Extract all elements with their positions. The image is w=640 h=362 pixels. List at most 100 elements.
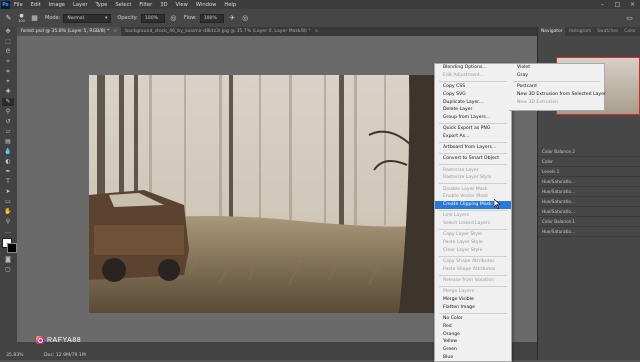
- menu-item[interactable]: Filter: [135, 2, 156, 8]
- layer-name: Hue/Saturatio...: [542, 209, 575, 214]
- layer-row[interactable]: Hue/Saturatio...: [538, 197, 640, 207]
- eraser-tool-icon[interactable]: ▱: [2, 128, 14, 136]
- context-menu-item: Copy Shape Attributes: [443, 259, 495, 265]
- layer-row[interactable]: Hue/Saturatio...: [538, 187, 640, 197]
- context-menu-item[interactable]: Flatten Image: [435, 304, 511, 312]
- layer-row[interactable]: Hue/Saturatio...: [538, 177, 640, 187]
- context-menu-item[interactable]: Copy SVG: [435, 91, 511, 99]
- menu-item[interactable]: Image: [45, 2, 69, 8]
- layer-name: Color Balance 2: [542, 149, 575, 154]
- zoom-level[interactable]: 35.83%: [6, 353, 24, 358]
- menu-item[interactable]: Type: [91, 2, 111, 8]
- context-menu-item[interactable]: Export As...: [435, 133, 511, 141]
- menu-item[interactable]: Help: [220, 2, 240, 8]
- menu-item[interactable]: Layer: [69, 2, 91, 8]
- layer-row[interactable]: Color: [538, 157, 640, 167]
- menu-item[interactable]: View: [172, 2, 192, 8]
- airbrush-icon[interactable]: ✈: [228, 14, 237, 23]
- context-menu-item[interactable]: Blue: [435, 354, 511, 362]
- layer-name: Hue/Saturatio...: [542, 179, 575, 184]
- blur-tool-icon[interactable]: 💧: [2, 148, 14, 156]
- context-menu-item[interactable]: No Color: [435, 315, 511, 323]
- flow-field[interactable]: 100%: [199, 13, 224, 23]
- lasso-tool-icon[interactable]: ᘓ: [2, 48, 14, 56]
- context-menu-item[interactable]: Gray: [509, 72, 604, 80]
- document-tabs: forest.psd @ 35.8% (Layer 5, RGB/8) * × …: [17, 27, 537, 36]
- shape-tool-icon[interactable]: ▭: [2, 198, 14, 206]
- more-tools-icon[interactable]: …: [2, 228, 14, 236]
- quick-mask-icon[interactable]: ◙: [2, 256, 14, 264]
- close-tab-icon[interactable]: ×: [315, 29, 319, 34]
- layer-row[interactable]: Color Balance 1: [538, 217, 640, 227]
- eyedropper-tool-icon[interactable]: ⌖: [2, 78, 14, 86]
- brush-panel-icon[interactable]: ▦: [30, 14, 39, 23]
- menu-item[interactable]: 3D: [156, 2, 171, 8]
- context-menu-item[interactable]: Blending Options...: [435, 64, 511, 72]
- menu-separator: [439, 164, 507, 166]
- context-menu-item[interactable]: Duplicate Layer...: [435, 99, 511, 107]
- opacity-field[interactable]: 100%: [140, 13, 165, 23]
- menu-item[interactable]: Edit: [27, 2, 45, 8]
- marquee-tool-icon[interactable]: ⬚: [2, 38, 14, 46]
- brush-tool-icon[interactable]: ✎: [4, 14, 13, 23]
- close-tab-icon[interactable]: ×: [113, 29, 117, 34]
- pressure-opacity-icon[interactable]: ◎: [169, 14, 178, 23]
- menu-item[interactable]: Window: [192, 2, 220, 8]
- context-menu-item: Paste Layer Style: [443, 240, 483, 246]
- context-menu-item[interactable]: Delete Layer: [435, 106, 511, 114]
- gradient-tool-icon[interactable]: ▤: [2, 138, 14, 146]
- quick-select-tool-icon[interactable]: ✧: [2, 58, 14, 66]
- mouse-cursor-icon: [494, 199, 501, 209]
- layer-row[interactable]: Color Balance 2: [538, 147, 640, 157]
- context-menu-item[interactable]: Copy CSS: [435, 83, 511, 91]
- pressure-size-icon[interactable]: ◎: [241, 14, 250, 23]
- tab-forest[interactable]: forest.psd @ 35.8% (Layer 5, RGB/8) * ×: [17, 27, 122, 36]
- context-menu-item[interactable]: Artboard from Layers...: [435, 144, 511, 152]
- layer-row[interactable]: Hue/Saturatio...: [538, 207, 640, 217]
- forest-image[interactable]: [89, 75, 439, 313]
- close-icon[interactable]: ×: [626, 0, 639, 9]
- panel-tab[interactable]: Histogram: [565, 29, 594, 34]
- layer-row[interactable]: Hue/Saturatio...: [538, 227, 640, 237]
- panel-tab[interactable]: Navigator: [538, 27, 566, 36]
- panel-tab[interactable]: Color: [621, 29, 638, 34]
- context-menu-item[interactable]: Convert to Smart Object: [435, 155, 511, 163]
- screen-mode-icon[interactable]: ▢: [2, 266, 14, 274]
- menu-item[interactable]: File: [10, 2, 27, 8]
- brush-preset-icon[interactable]: ● 300: [17, 13, 26, 23]
- color-swatches[interactable]: [2, 238, 17, 254]
- menu-separator: [439, 286, 507, 288]
- healing-tool-icon[interactable]: ✚: [2, 88, 14, 96]
- panel-tab[interactable]: Swatches: [594, 29, 621, 34]
- tab-background-stock[interactable]: background_stock_46_by_kaismir-d8ktz3r.j…: [121, 27, 322, 36]
- context-menu-item[interactable]: Green: [435, 346, 511, 354]
- mode-select[interactable]: Normal ▾: [63, 13, 112, 23]
- background-color[interactable]: [7, 243, 17, 253]
- clone-stamp-tool-icon[interactable]: ⚲: [2, 108, 14, 116]
- pen-tool-icon[interactable]: ✒: [2, 168, 14, 176]
- layer-row[interactable]: Levels 1: [538, 167, 640, 177]
- context-menu-item[interactable]: Yellow: [435, 338, 511, 346]
- zoom-tool-icon[interactable]: ⚲: [2, 218, 14, 226]
- context-menu-item[interactable]: Quick Export as PNG: [435, 125, 511, 133]
- context-menu-item[interactable]: Merge Visible: [435, 296, 511, 304]
- context-menu-item[interactable]: New 3D Extrusion from Selected Layer: [509, 91, 606, 99]
- crop-tool-icon[interactable]: ⌗: [2, 68, 14, 76]
- context-menu-item[interactable]: Red: [435, 323, 511, 331]
- move-tool-icon[interactable]: ✥: [2, 28, 14, 36]
- context-menu-item[interactable]: Orange: [435, 331, 511, 339]
- context-menu-item[interactable]: Group from Layers...: [435, 114, 511, 122]
- history-brush-tool-icon[interactable]: ↺: [2, 118, 14, 126]
- type-tool-icon[interactable]: T: [2, 178, 14, 186]
- path-select-tool-icon[interactable]: ➤: [2, 188, 14, 196]
- maximize-icon[interactable]: □: [611, 0, 624, 9]
- workspace-icon[interactable]: ▭: [625, 14, 634, 23]
- brush-tool-icon[interactable]: ✎: [2, 98, 14, 106]
- minimize-icon[interactable]: –: [596, 0, 609, 9]
- context-menu-item[interactable]: Postcard: [509, 83, 604, 91]
- hand-tool-icon[interactable]: ✋: [2, 208, 14, 216]
- opacity-value: 100%: [144, 15, 159, 21]
- dodge-tool-icon[interactable]: ◐: [2, 158, 14, 166]
- context-menu-item[interactable]: Violet: [509, 64, 604, 72]
- menu-item[interactable]: Select: [111, 2, 135, 8]
